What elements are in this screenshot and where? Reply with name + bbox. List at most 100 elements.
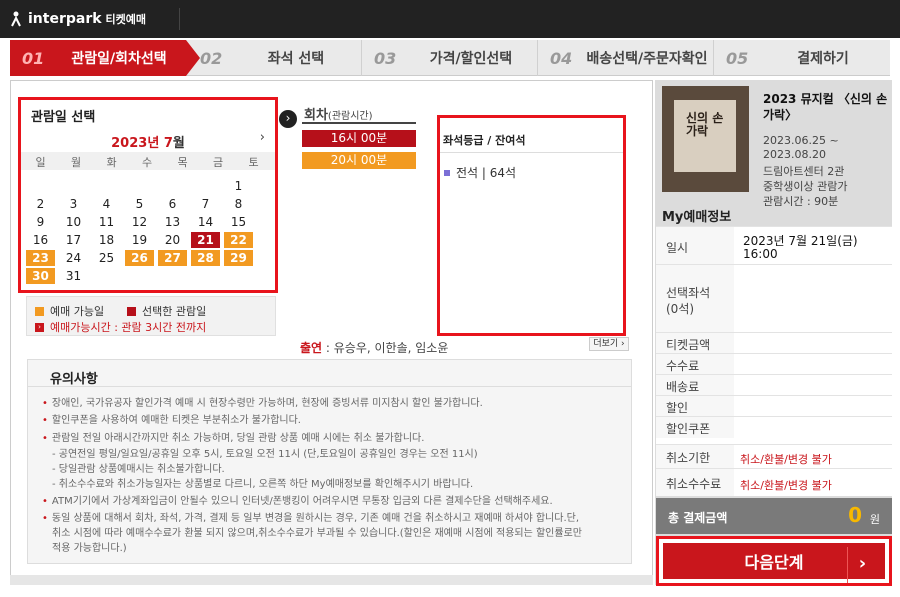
step-number: 05 xyxy=(726,48,749,68)
calendar-day: 20 xyxy=(164,233,181,247)
weekday-label: 수 xyxy=(141,156,153,169)
weekday-label: 금 xyxy=(212,156,224,169)
step-5[interactable]: 05 결제하기 xyxy=(714,40,890,76)
calendar-year-suffix: 년 xyxy=(147,136,164,151)
calendar-day: 12 xyxy=(131,215,148,229)
step-label: 좌석 선택 xyxy=(267,51,325,67)
time-title: 회차 xyxy=(304,108,328,123)
time-slot-2000[interactable]: 20시 00분 xyxy=(302,152,416,169)
calendar-day: 18 xyxy=(98,233,115,247)
delivery-label: 배송료 xyxy=(666,380,700,394)
calendar-month-suffix: 월 xyxy=(172,136,185,151)
arrow-bullet-icon: › xyxy=(35,322,44,332)
calendar-day[interactable]: 30 xyxy=(26,268,55,284)
calendar-day: 31 xyxy=(65,269,82,283)
calendar-day[interactable]: 26 xyxy=(125,250,154,266)
fee-row: 수수료 xyxy=(656,353,892,374)
show-runtime: 관람시간 : 90분 xyxy=(763,195,839,208)
show-title: 2023 뮤지컬 〈신의 손가락〉 xyxy=(763,92,888,122)
time-header-rule xyxy=(302,122,416,124)
cast-line: 출연 : 유승우, 이한솔, 임소윤 xyxy=(300,341,449,355)
calendar-day[interactable]: 21 xyxy=(191,232,220,248)
coupon-row: 할인쿠폰 xyxy=(656,416,892,438)
calendar-day[interactable]: 22 xyxy=(224,232,253,248)
calendar-day: 6 xyxy=(168,197,177,211)
more-button[interactable]: 더보기 › xyxy=(589,337,629,351)
show-venue: 드림아트센터 2관 xyxy=(763,165,845,178)
cancel-fee-row: 취소수수료 취소/환불/변경 불가 xyxy=(656,468,892,496)
legend-deadline-label: 예매가능시간 : 관람 3시간 전까지 xyxy=(50,321,207,334)
show-period: 2023.06.25 ~ xyxy=(763,134,839,147)
step-label: 결제하기 xyxy=(797,51,849,67)
calendar-day: 25 xyxy=(98,251,115,265)
coupon-label: 할인쿠폰 xyxy=(666,422,711,436)
calendar-day[interactable]: 23 xyxy=(26,250,55,266)
calendar-day: 17 xyxy=(65,233,82,247)
seat-grade-label: 전석 | 64석 xyxy=(456,166,517,180)
show-age: 중학생이상 관람가 xyxy=(763,180,848,193)
next-step-label: 다음단계 xyxy=(744,553,804,572)
cancel-fee-label: 취소수수료 xyxy=(666,477,722,491)
cast-label: 출연 xyxy=(300,341,323,355)
calendar-day: 7 xyxy=(201,197,210,211)
brand-sub: 티켓예매 xyxy=(105,13,147,26)
step-number: 01 xyxy=(22,48,45,68)
brand-name: interpark xyxy=(28,11,102,27)
interpark-logo[interactable]: interpark 티켓예매 xyxy=(10,8,180,30)
chevron-right-circle-icon: › xyxy=(279,110,297,128)
calendar-title: 관람일 선택 xyxy=(31,110,96,125)
ticket-label: 티켓금액 xyxy=(666,338,711,352)
calendar-day: 13 xyxy=(164,215,181,229)
next-month-chevron-icon[interactable]: › xyxy=(260,130,265,145)
next-step-button[interactable]: 다음단계 › xyxy=(663,543,885,583)
discount-label: 할인 xyxy=(666,401,689,415)
cancel-deadline-value: 취소/환불/변경 불가 xyxy=(740,453,832,466)
calendar-day[interactable]: 27 xyxy=(158,250,187,266)
time-slot-1600[interactable]: 16시 00분 xyxy=(302,130,416,147)
calendar-day: 1 xyxy=(234,179,243,193)
calendar-legend: 예매 가능일 선택한 관람일 › 예매가능시간 : 관람 3시간 전까지 xyxy=(26,296,276,336)
available-swatch xyxy=(35,306,44,316)
step-2[interactable]: 02 좌석 선택 xyxy=(186,40,362,76)
step-label: 관람일/회차선택 xyxy=(71,51,167,67)
total-amount: 총 결제금액 0 원 xyxy=(656,498,892,534)
show-period-end: 2023.08.20 xyxy=(763,148,826,161)
notice-title: 유의사항 xyxy=(50,372,98,387)
total-unit: 원 xyxy=(869,513,880,526)
ticket-row: 티켓금액 xyxy=(656,332,892,353)
step-number: 02 xyxy=(200,48,223,68)
step-3[interactable]: 03 가격/할인선택 xyxy=(362,40,538,76)
calendar-day: 2 xyxy=(36,197,45,211)
delivery-row: 배송료 xyxy=(656,374,892,395)
calendar-day: 24 xyxy=(65,251,82,265)
calendar-year: 2023 xyxy=(111,136,148,151)
person-icon xyxy=(11,11,21,27)
legend-deadline: › 예매가능시간 : 관람 3시간 전까지 xyxy=(35,319,206,335)
legend-selected-label: 선택한 관람일 xyxy=(142,305,207,318)
discount-row: 할인 xyxy=(656,395,892,416)
date-row: 일시 2023년 7월 21일(금) 16:00 xyxy=(656,226,892,264)
selected-swatch xyxy=(127,306,136,316)
step-navigation: 01 관람일/회차선택 02 좌석 선택 03 가격/할인선택 04 배송선택/… xyxy=(10,40,890,76)
date-label: 일시 xyxy=(666,241,689,255)
calendar-day[interactable]: 29 xyxy=(224,250,253,266)
calendar-day: 10 xyxy=(65,215,82,229)
seat-grade-item: 전석 | 64석 xyxy=(444,164,516,181)
calendar-day[interactable]: 28 xyxy=(191,250,220,266)
weekday-label: 일 xyxy=(35,156,46,169)
seat-count: (0석) xyxy=(666,302,695,316)
show-poster[interactable]: 신의 손가락 xyxy=(662,86,749,192)
step-1[interactable]: 01 관람일/회차선택 xyxy=(10,40,200,76)
calendar-month-label: 2023년 7월 xyxy=(21,132,275,151)
calendar-day: 11 xyxy=(98,215,115,229)
cast-names: 유승우, 이한솔, 임소윤 xyxy=(333,341,449,355)
calendar-day: 14 xyxy=(197,215,214,229)
weekday-label: 목 xyxy=(177,156,188,169)
step-4[interactable]: 04 배송선택/주문자확인 xyxy=(538,40,714,76)
notice-line: • 관람일 전일 아래시간까지만 취소 가능하며, 당일 관람 상품 예매 시에는… xyxy=(42,433,425,444)
frame-bottom xyxy=(10,575,653,585)
weekday-header: 일월화수목금토 xyxy=(21,152,275,170)
calendar-day: 19 xyxy=(131,233,148,247)
seat-grade-title: 좌석등급 / 잔여석 xyxy=(443,134,526,147)
calendar-panel: 관람일 선택 2023년 7월 › 일월화수목금토 1 2 3 4 5 6 7 8 9 10 11 1… xyxy=(18,97,278,293)
